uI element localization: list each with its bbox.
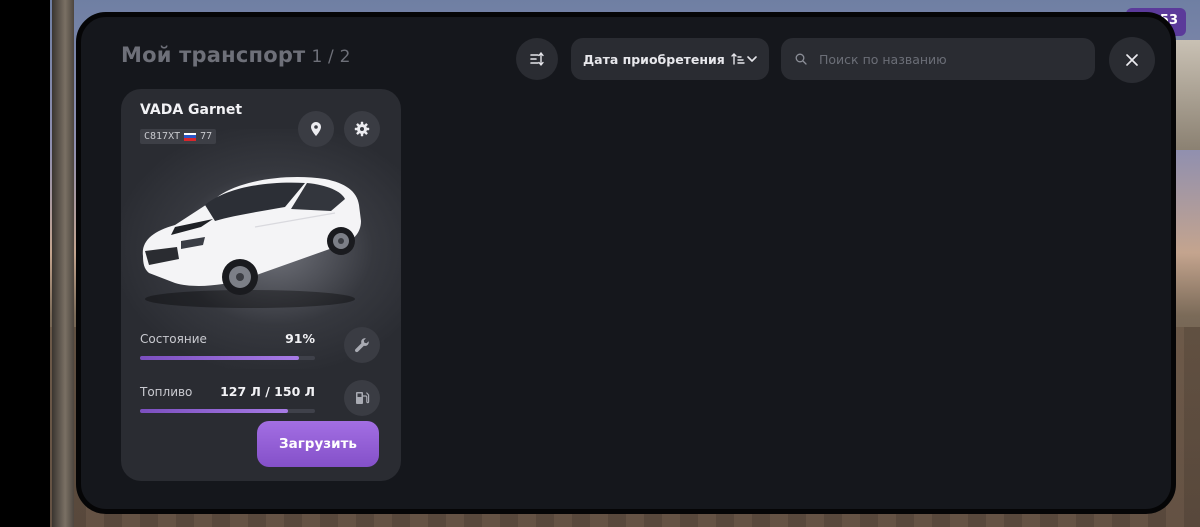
close-button[interactable] xyxy=(1109,37,1155,83)
fuel-value: 127 Л / 150 Л xyxy=(220,384,315,399)
refuel-button[interactable] xyxy=(344,380,380,416)
condition-bar-fill xyxy=(140,356,300,360)
search-box[interactable] xyxy=(781,38,1095,80)
plate-number: С817ХТ xyxy=(144,131,181,142)
license-plate: С817ХТ 77 xyxy=(140,129,217,144)
fuel-label: Топливо xyxy=(140,385,193,399)
repair-button[interactable] xyxy=(344,327,380,363)
fuel-pump-icon xyxy=(356,392,370,404)
chevron-down-icon xyxy=(745,52,759,66)
search-icon xyxy=(795,53,807,65)
condition-label: Состояние xyxy=(140,332,207,346)
background-building xyxy=(1174,40,1200,150)
condition-bar xyxy=(140,356,315,360)
page-title-text: Мой транспорт xyxy=(121,43,306,67)
vehicle-name: VADA Garnet xyxy=(140,102,243,118)
vehicle-image xyxy=(142,177,361,308)
plate-region: 77 xyxy=(200,131,213,142)
fuel-bar-fill xyxy=(140,409,289,413)
sort-order-icon xyxy=(530,52,544,66)
condition-value: 91% xyxy=(285,331,315,346)
sort-dropdown-label: Дата приобретения xyxy=(583,51,725,67)
search-input[interactable] xyxy=(819,51,1079,67)
close-icon xyxy=(1126,54,1138,66)
vehicle-settings-button[interactable] xyxy=(344,111,380,147)
sort-order-button[interactable] xyxy=(516,38,558,80)
gear-icon xyxy=(354,121,370,137)
location-pin-icon xyxy=(311,122,321,136)
vehicle-card[interactable]: VADA Garnet С817ХТ 77 Состояние 91% Топл… xyxy=(121,89,401,481)
vehicles-panel: Мой транспорт 1 / 2 Дата приобретения По… xyxy=(76,12,1176,514)
background-pillar xyxy=(52,0,74,527)
sort-dropdown[interactable]: Дата приобретения xyxy=(571,38,769,80)
page-title: Мой транспорт 1 / 2 xyxy=(121,43,351,67)
page-counter: 1 / 2 xyxy=(311,47,351,67)
sort-ascending-icon xyxy=(731,52,745,66)
load-vehicle-button[interactable]: Загрузить xyxy=(257,421,379,467)
fuel-bar xyxy=(140,409,315,413)
wrench-icon xyxy=(354,338,369,353)
russian-flag-icon xyxy=(184,132,197,141)
locate-vehicle-button[interactable] xyxy=(298,111,334,147)
